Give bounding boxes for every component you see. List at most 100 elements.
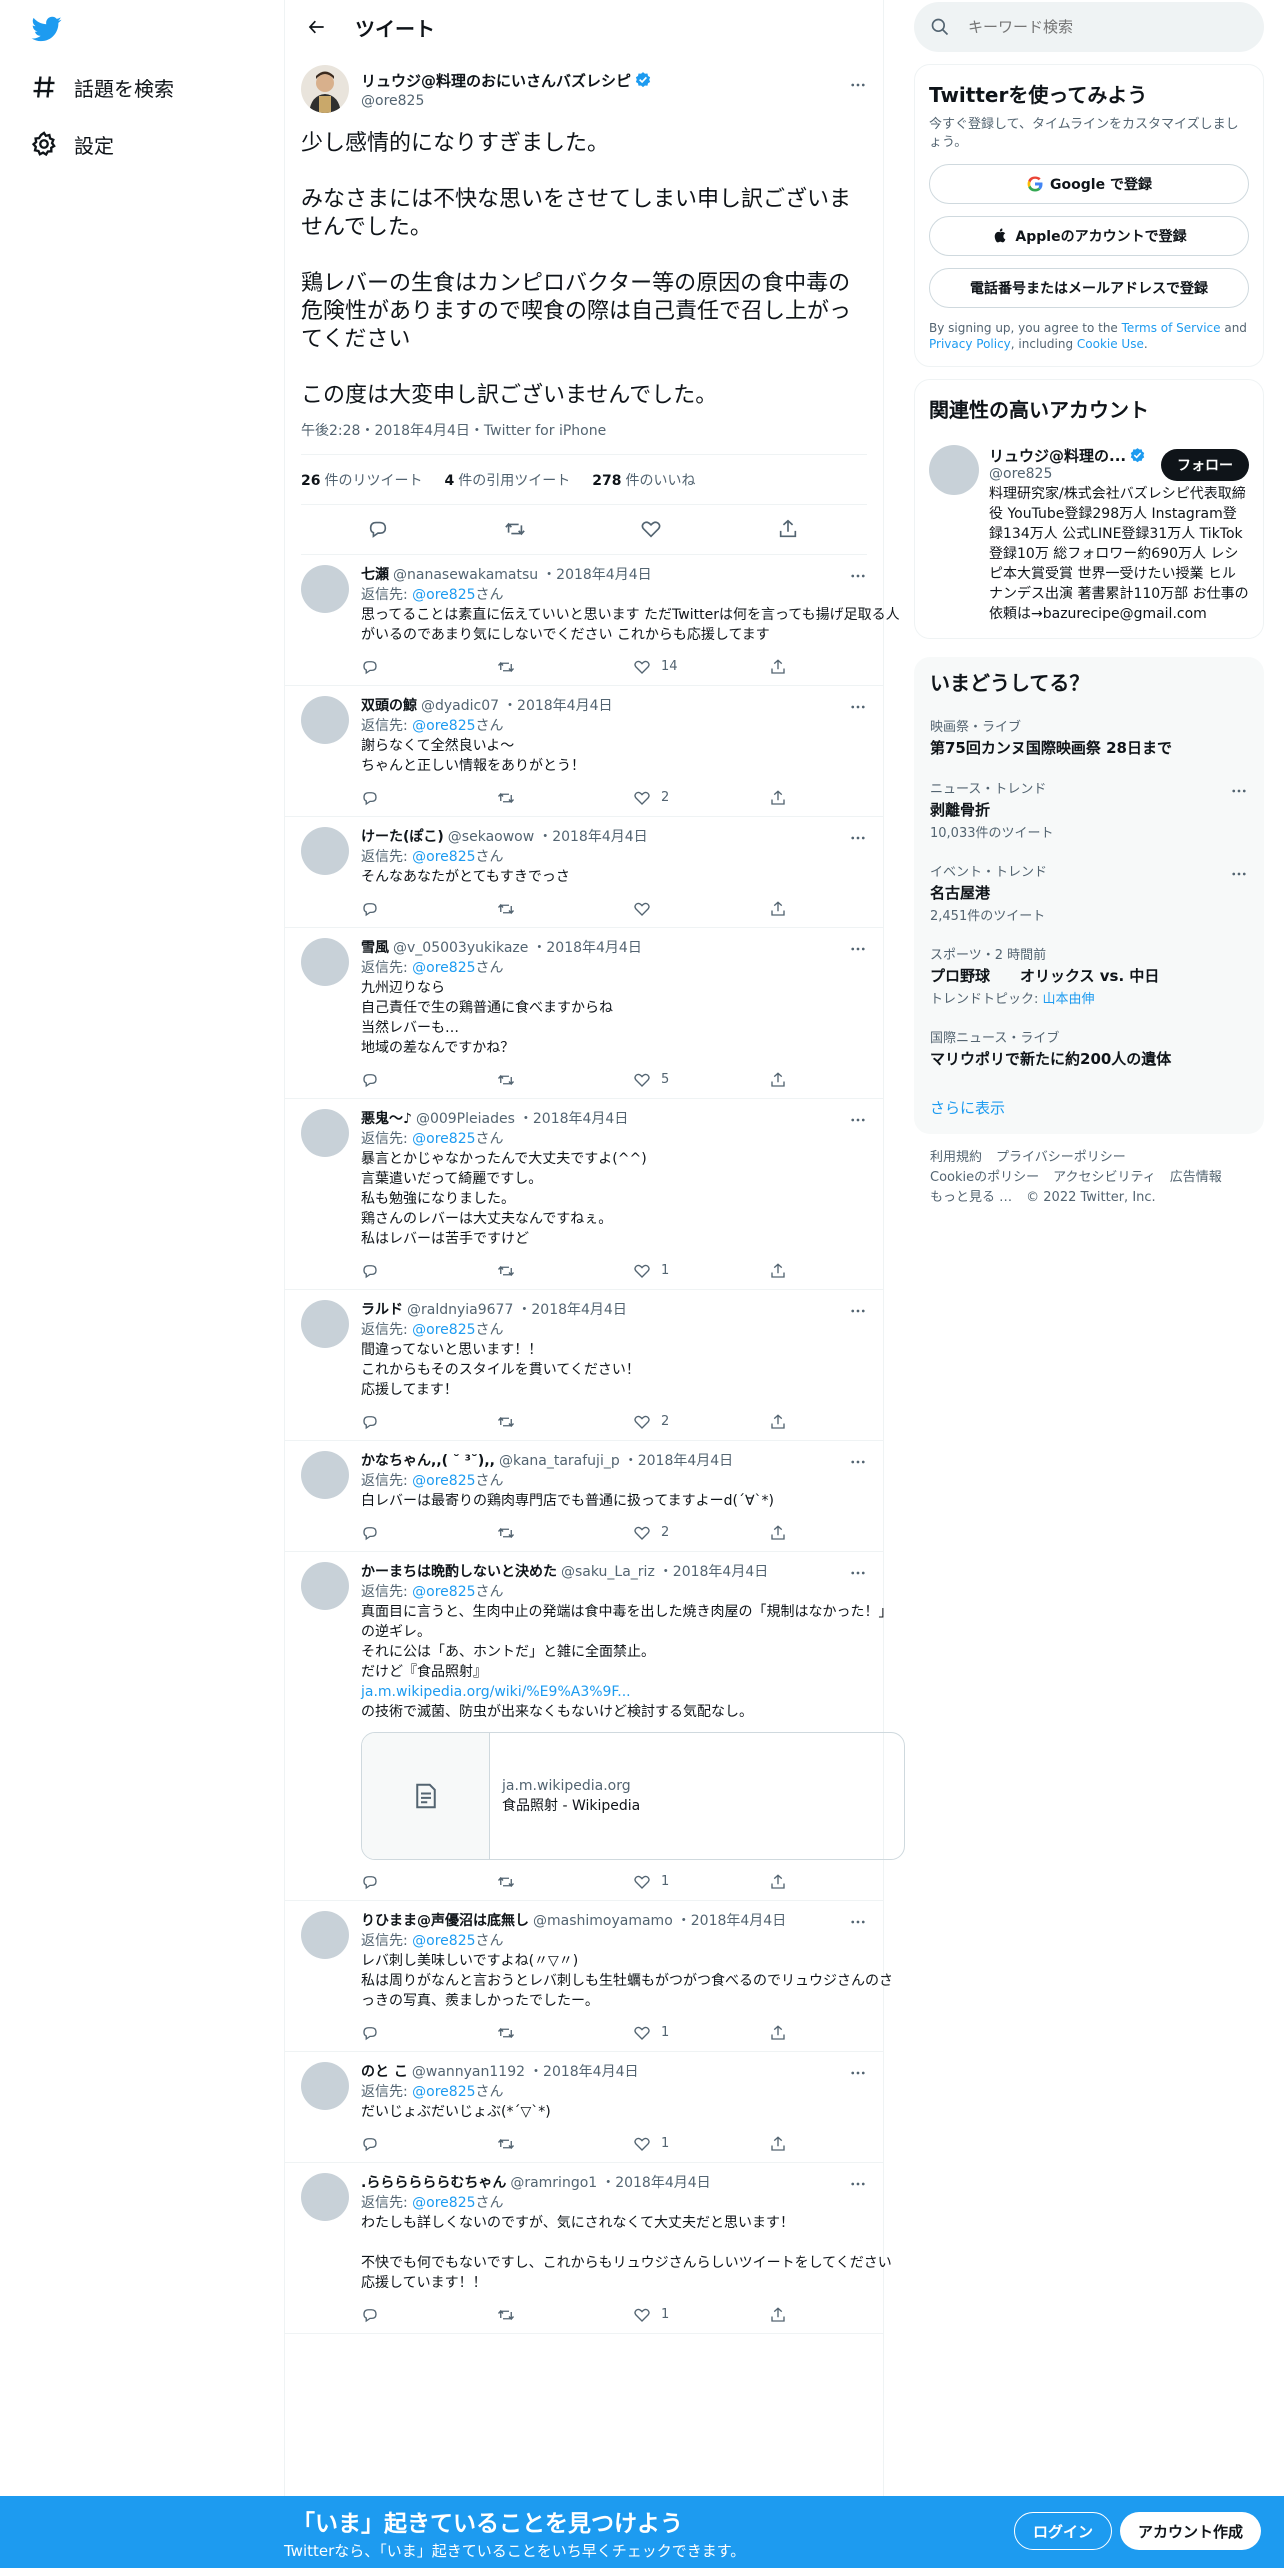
reply-icon[interactable] xyxy=(361,2306,497,2324)
nav-settings[interactable]: 設定 xyxy=(30,124,114,164)
footer-accessibility[interactable]: アクセシビリティ xyxy=(1053,1170,1156,1185)
reply-icon[interactable] xyxy=(361,900,497,918)
share-icon[interactable] xyxy=(777,518,801,542)
link-preview-card[interactable]: ja.m.wikipedia.org 食品照射 - Wikipedia xyxy=(361,1732,905,1860)
reply-icon[interactable] xyxy=(361,1071,497,1089)
reply-tweet[interactable]: 悪鬼〜♪ @009Pleiades ・ 2018年4月4日 返信先: @ore8… xyxy=(285,1099,883,1290)
avatar[interactable] xyxy=(301,696,349,744)
replying-to-mention[interactable]: @ore825 xyxy=(412,718,475,734)
replying-to-mention[interactable]: @ore825 xyxy=(412,849,475,865)
reply-author-handle[interactable]: @raldnyia9677 xyxy=(407,1300,513,1320)
share-icon[interactable] xyxy=(769,2306,905,2324)
login-button[interactable]: ログイン xyxy=(1014,2512,1113,2550)
retweet-icon[interactable] xyxy=(504,518,528,542)
avatar[interactable] xyxy=(301,2173,349,2221)
terms-link[interactable]: Terms of Service xyxy=(1122,321,1221,335)
reply-date[interactable]: 2018年4月4日 xyxy=(691,1911,786,1931)
like-icon[interactable]: 2 xyxy=(633,1523,769,1543)
share-icon[interactable] xyxy=(769,1873,905,1891)
like-icon[interactable]: 1 xyxy=(633,2305,769,2325)
more-options-icon[interactable] xyxy=(849,1302,867,1320)
reply-author-handle[interactable]: @mashimoyamamo xyxy=(533,1911,673,1931)
signup-button[interactable]: アカウント作成 xyxy=(1120,2512,1262,2550)
apple-signup-button[interactable]: Appleのアカウントで登録 xyxy=(929,216,1249,256)
reply-date[interactable]: 2018年4月4日 xyxy=(638,1451,733,1471)
reply-icon[interactable] xyxy=(361,1524,497,1542)
reply-date[interactable]: 2018年4月4日 xyxy=(556,565,651,585)
retweet-icon[interactable] xyxy=(497,1524,633,1542)
replying-to-mention[interactable]: @ore825 xyxy=(412,2195,475,2211)
share-icon[interactable] xyxy=(769,1262,905,1280)
privacy-link[interactable]: Privacy Policy xyxy=(929,337,1011,351)
reply-author-name[interactable]: りひまま@声優沼は底無し xyxy=(361,1911,529,1931)
avatar[interactable] xyxy=(301,1300,349,1348)
footer-privacy[interactable]: プライバシーポリシー xyxy=(996,1150,1126,1165)
reply-date[interactable]: 2018年4月4日 xyxy=(531,1300,626,1320)
replying-to-mention[interactable]: @ore825 xyxy=(412,1584,475,1600)
reply-date[interactable]: 2018年4月4日 xyxy=(615,2173,710,2193)
search-input[interactable] xyxy=(968,18,1228,36)
reply-tweet[interactable]: 雪風 @v_05003yukikaze ・ 2018年4月4日 返信先: @or… xyxy=(285,928,883,1099)
reply-author-handle[interactable]: @ramringo1 xyxy=(510,2173,597,2193)
reply-icon[interactable] xyxy=(361,658,497,676)
share-icon[interactable] xyxy=(769,2024,905,2042)
like-icon[interactable]: 1 xyxy=(633,1261,769,1281)
replying-to-mention[interactable]: @ore825 xyxy=(412,2084,475,2100)
avatar[interactable] xyxy=(301,1562,349,1610)
share-icon[interactable] xyxy=(769,658,905,676)
reply-icon[interactable] xyxy=(361,1413,497,1431)
retweet-count[interactable]: 26 件のリツイート xyxy=(301,470,422,490)
more-options-icon[interactable] xyxy=(1230,782,1248,800)
more-options-icon[interactable] xyxy=(849,1111,867,1129)
related-account[interactable]: リュウジ@料理の... @ore825 料理研究家/株式会社バズレシピ代表取締役… xyxy=(929,445,1249,624)
replying-to-mention[interactable]: @ore825 xyxy=(412,587,475,603)
reply-author-handle[interactable]: @wannyan1192 xyxy=(412,2062,525,2082)
search-box[interactable] xyxy=(914,2,1264,52)
reply-icon[interactable] xyxy=(367,518,391,542)
trend-item[interactable]: イベント・トレンド 名古屋港 2,451件のツイート xyxy=(914,851,1264,934)
more-options-icon[interactable] xyxy=(1230,865,1248,883)
like-icon[interactable]: 14 xyxy=(633,657,769,677)
author-name[interactable]: リュウジ@料理のおにいさんバズレシピ xyxy=(361,70,631,91)
reply-author-handle[interactable]: @v_05003yukikaze xyxy=(393,938,528,958)
like-icon[interactable]: 1 xyxy=(633,1872,769,1892)
retweet-icon[interactable] xyxy=(497,1873,633,1891)
share-icon[interactable] xyxy=(769,789,905,807)
google-signup-button[interactable]: Google で登録 xyxy=(929,164,1249,204)
reply-icon[interactable] xyxy=(361,2024,497,2042)
quote-count[interactable]: 4 件の引用ツイート xyxy=(444,470,570,490)
reply-tweet[interactable]: .ららららららむちゃん @ramringo1 ・ 2018年4月4日 返信先: … xyxy=(285,2163,892,2334)
footer-terms[interactable]: 利用規約 xyxy=(930,1150,982,1165)
more-options-icon[interactable] xyxy=(849,2064,867,2082)
reply-author-handle[interactable]: @sekaowow xyxy=(448,827,534,847)
replying-to-mention[interactable]: @ore825 xyxy=(412,1131,475,1147)
reply-author-name[interactable]: .ららららららむちゃん xyxy=(361,2173,506,2193)
reply-date[interactable]: 2018年4月4日 xyxy=(673,1562,768,1582)
retweet-icon[interactable] xyxy=(497,789,633,807)
twitter-logo-icon[interactable] xyxy=(30,14,66,46)
reply-author-name[interactable]: けーた(ぽこ) xyxy=(361,827,444,847)
reply-date[interactable]: 2018年4月4日 xyxy=(517,696,612,716)
reply-date[interactable]: 2018年4月4日 xyxy=(533,1109,628,1129)
reply-tweet[interactable]: りひまま@声優沼は底無し @mashimoyamamo ・ 2018年4月4日 … xyxy=(285,1901,893,2052)
trends-show-more[interactable]: さらに表示 xyxy=(914,1079,1264,1126)
phone-email-signup-button[interactable]: 電話番号またはメールアドレスで登録 xyxy=(929,268,1249,308)
related-name[interactable]: リュウジ@料理の... xyxy=(989,445,1126,466)
author-avatar[interactable] xyxy=(301,65,349,113)
reply-author-handle[interactable]: @009Pleiades xyxy=(416,1109,515,1129)
footer-ads[interactable]: 広告情報 xyxy=(1170,1170,1222,1185)
back-arrow-icon[interactable] xyxy=(299,9,335,45)
reply-tweet[interactable]: けーた(ぽこ) @sekaowow ・ 2018年4月4日 返信先: @ore8… xyxy=(285,817,883,928)
avatar[interactable] xyxy=(301,938,349,986)
share-icon[interactable] xyxy=(769,1071,905,1089)
reply-author-name[interactable]: かーまちは晩酌しないと決めた xyxy=(361,1562,557,1582)
reply-tweet[interactable]: 七瀬 @nanasewakamatsu ・ 2018年4月4日 返信先: @or… xyxy=(285,555,900,686)
avatar[interactable] xyxy=(301,1451,349,1499)
more-options-icon[interactable] xyxy=(849,829,867,847)
reply-date[interactable]: 2018年4月4日 xyxy=(543,2062,638,2082)
reply-date[interactable]: 2018年4月4日 xyxy=(552,827,647,847)
reply-author-name[interactable]: ラルド xyxy=(361,1300,403,1320)
tweet-meta[interactable]: 午後2:28・2018年4月4日・Twitter for iPhone xyxy=(301,420,867,455)
more-options-icon[interactable] xyxy=(849,1453,867,1471)
retweet-icon[interactable] xyxy=(497,1071,633,1089)
